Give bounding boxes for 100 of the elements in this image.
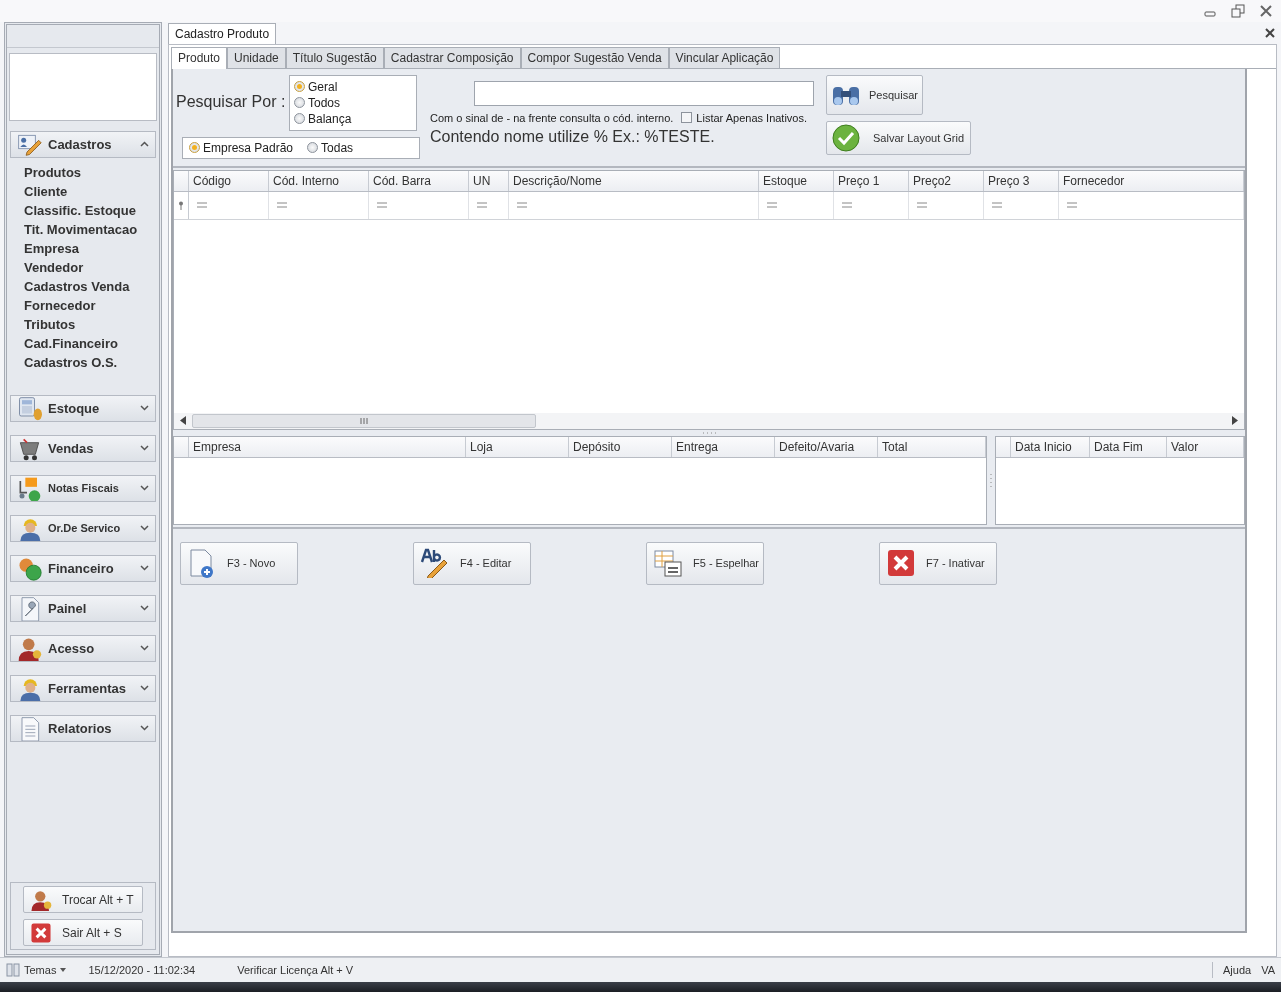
sidebar-item[interactable]: Tributos (24, 316, 76, 334)
action-button[interactable]: F5 - Espelhar (646, 542, 764, 585)
radio-button[interactable] (294, 97, 305, 109)
scroll-thumb[interactable] (192, 414, 536, 428)
tab[interactable]: Vincular Aplicação (668, 47, 781, 68)
sidebar-group[interactable]: Relatorios (10, 715, 156, 742)
theme-icon (6, 963, 20, 978)
date-time: 15/12/2020 - 11:02:34 (88, 964, 196, 977)
equals-icon[interactable] (917, 202, 927, 209)
edit-text-icon (420, 548, 450, 579)
action-button[interactable]: F3 - Novo (180, 542, 298, 585)
column-header[interactable]: Valor (1167, 437, 1244, 457)
sidebar-group[interactable]: Cadastros (10, 131, 156, 158)
equals-icon[interactable] (477, 202, 487, 209)
close-icon (886, 548, 916, 579)
sidebar-group[interactable]: Painel (10, 595, 156, 622)
equals-icon[interactable] (842, 202, 852, 209)
radio-label[interactable]: Todos (308, 96, 341, 110)
right-arrow-icon[interactable] (1232, 416, 1238, 426)
group-icon (17, 396, 42, 421)
action-button[interactable]: F7 - Inativar (879, 542, 997, 585)
action-button[interactable]: F4 - Editar (413, 542, 531, 585)
restore-icon[interactable] (1231, 4, 1245, 18)
sidebar-item[interactable]: Fornecedor (24, 297, 96, 315)
equals-icon[interactable] (377, 202, 387, 209)
sidebar-item[interactable]: Cliente (24, 183, 68, 201)
document-tab[interactable]: Cadastro Produto (168, 23, 277, 44)
group-icon (17, 636, 42, 661)
column-header[interactable]: Depósito (569, 437, 672, 457)
exit-button[interactable]: Sair Alt + S (23, 919, 143, 947)
radio-button[interactable] (189, 142, 200, 154)
equals-icon[interactable] (1067, 202, 1077, 209)
column-header[interactable]: Cód. Barra (369, 171, 469, 191)
theme-menu[interactable]: Temas (6, 963, 67, 978)
equals-icon[interactable] (992, 202, 1002, 209)
sidebar-group[interactable]: Financeiro (10, 555, 156, 582)
table-icon (653, 548, 683, 579)
sidebar-item[interactable]: Cadastros O.S. (24, 354, 118, 372)
radio-button[interactable] (307, 142, 319, 154)
sidebar-item[interactable]: Empresa (24, 240, 79, 258)
checkmark-icon (831, 124, 861, 152)
sidebar-item[interactable]: Classific. Estoque (24, 202, 136, 220)
sidebar-item[interactable]: Cadastros Venda (24, 278, 130, 296)
tab[interactable]: Unidade (227, 47, 286, 68)
column-header[interactable]: Empresa (189, 437, 466, 457)
license-link[interactable]: Verificar Licença Alt + V (237, 964, 354, 977)
save-layout-button[interactable]: Salvar Layout Grid (826, 121, 971, 155)
column-header[interactable]: Descrição/Nome (509, 171, 759, 191)
column-header[interactable]: Preço 3 (984, 171, 1059, 191)
column-header[interactable]: UN (469, 171, 509, 191)
sidebar-group[interactable]: Estoque (10, 395, 156, 422)
radio-label[interactable]: Empresa Padrão (203, 141, 294, 155)
radio-label[interactable]: Geral (308, 80, 338, 94)
sidebar-item[interactable]: Tit. Movimentacao (24, 221, 138, 239)
group-icon (17, 676, 42, 701)
search-button[interactable]: Pesquisar (826, 75, 923, 115)
column-header[interactable]: Loja (466, 437, 569, 457)
sidebar-item[interactable]: Vendedor (24, 259, 84, 277)
close-icon[interactable] (1265, 28, 1275, 38)
column-header[interactable]: Entrega (672, 437, 775, 457)
equals-icon[interactable] (517, 202, 527, 209)
sidebar-item[interactable]: Cad.Financeiro (24, 335, 118, 353)
column-header[interactable]: Data Fim (1090, 437, 1167, 457)
equals-icon[interactable] (197, 202, 207, 209)
close-icon (30, 920, 52, 945)
pin-icon (178, 201, 184, 210)
tab[interactable]: Compor Sugestão Venda (520, 47, 669, 68)
switch-user-button[interactable]: Trocar Alt + T (23, 886, 143, 914)
column-header[interactable]: Código (189, 171, 269, 191)
group-icon (17, 436, 42, 461)
sidebar-group[interactable]: Acesso (10, 635, 156, 662)
sidebar-group[interactable]: Vendas (10, 435, 156, 462)
radio-button[interactable] (294, 113, 305, 125)
column-header[interactable]: Preço 1 (834, 171, 909, 191)
tab[interactable]: Título Sugestão (285, 47, 384, 68)
equals-icon[interactable] (767, 202, 777, 209)
column-header[interactable]: Estoque (759, 171, 834, 191)
column-header[interactable]: Defeito/Avaria (775, 437, 878, 457)
sidebar-group[interactable]: Ferramentas (10, 675, 156, 702)
help-link[interactable]: Ajuda (1223, 964, 1252, 977)
radio-label[interactable]: Todas (321, 141, 354, 155)
column-header[interactable]: Total (878, 437, 986, 457)
tab[interactable]: Cadastrar Composição (383, 47, 521, 68)
equals-icon[interactable] (277, 202, 287, 209)
horizontal-scrollbar[interactable] (174, 413, 1244, 429)
sidebar-group[interactable]: Or.De Servico (10, 515, 156, 542)
close-icon[interactable] (1259, 4, 1273, 18)
sidebar-group[interactable]: Notas Fiscais (10, 475, 156, 502)
left-arrow-icon[interactable] (180, 416, 186, 426)
checkbox[interactable] (681, 112, 693, 124)
radio-label[interactable]: Balança (308, 112, 352, 126)
radio-button[interactable] (294, 81, 305, 93)
column-header[interactable]: Preço2 (909, 171, 984, 191)
column-header[interactable]: Data Inicio (1011, 437, 1090, 457)
column-header[interactable]: Fornecedor (1059, 171, 1244, 191)
column-header[interactable]: Cód. Interno (269, 171, 369, 191)
checkbox-label[interactable]: Listar Apenas Inativos. (696, 112, 808, 124)
search-field[interactable] (474, 81, 814, 106)
tab[interactable]: Produto (171, 47, 228, 69)
sidebar-item[interactable]: Produtos (24, 164, 82, 182)
